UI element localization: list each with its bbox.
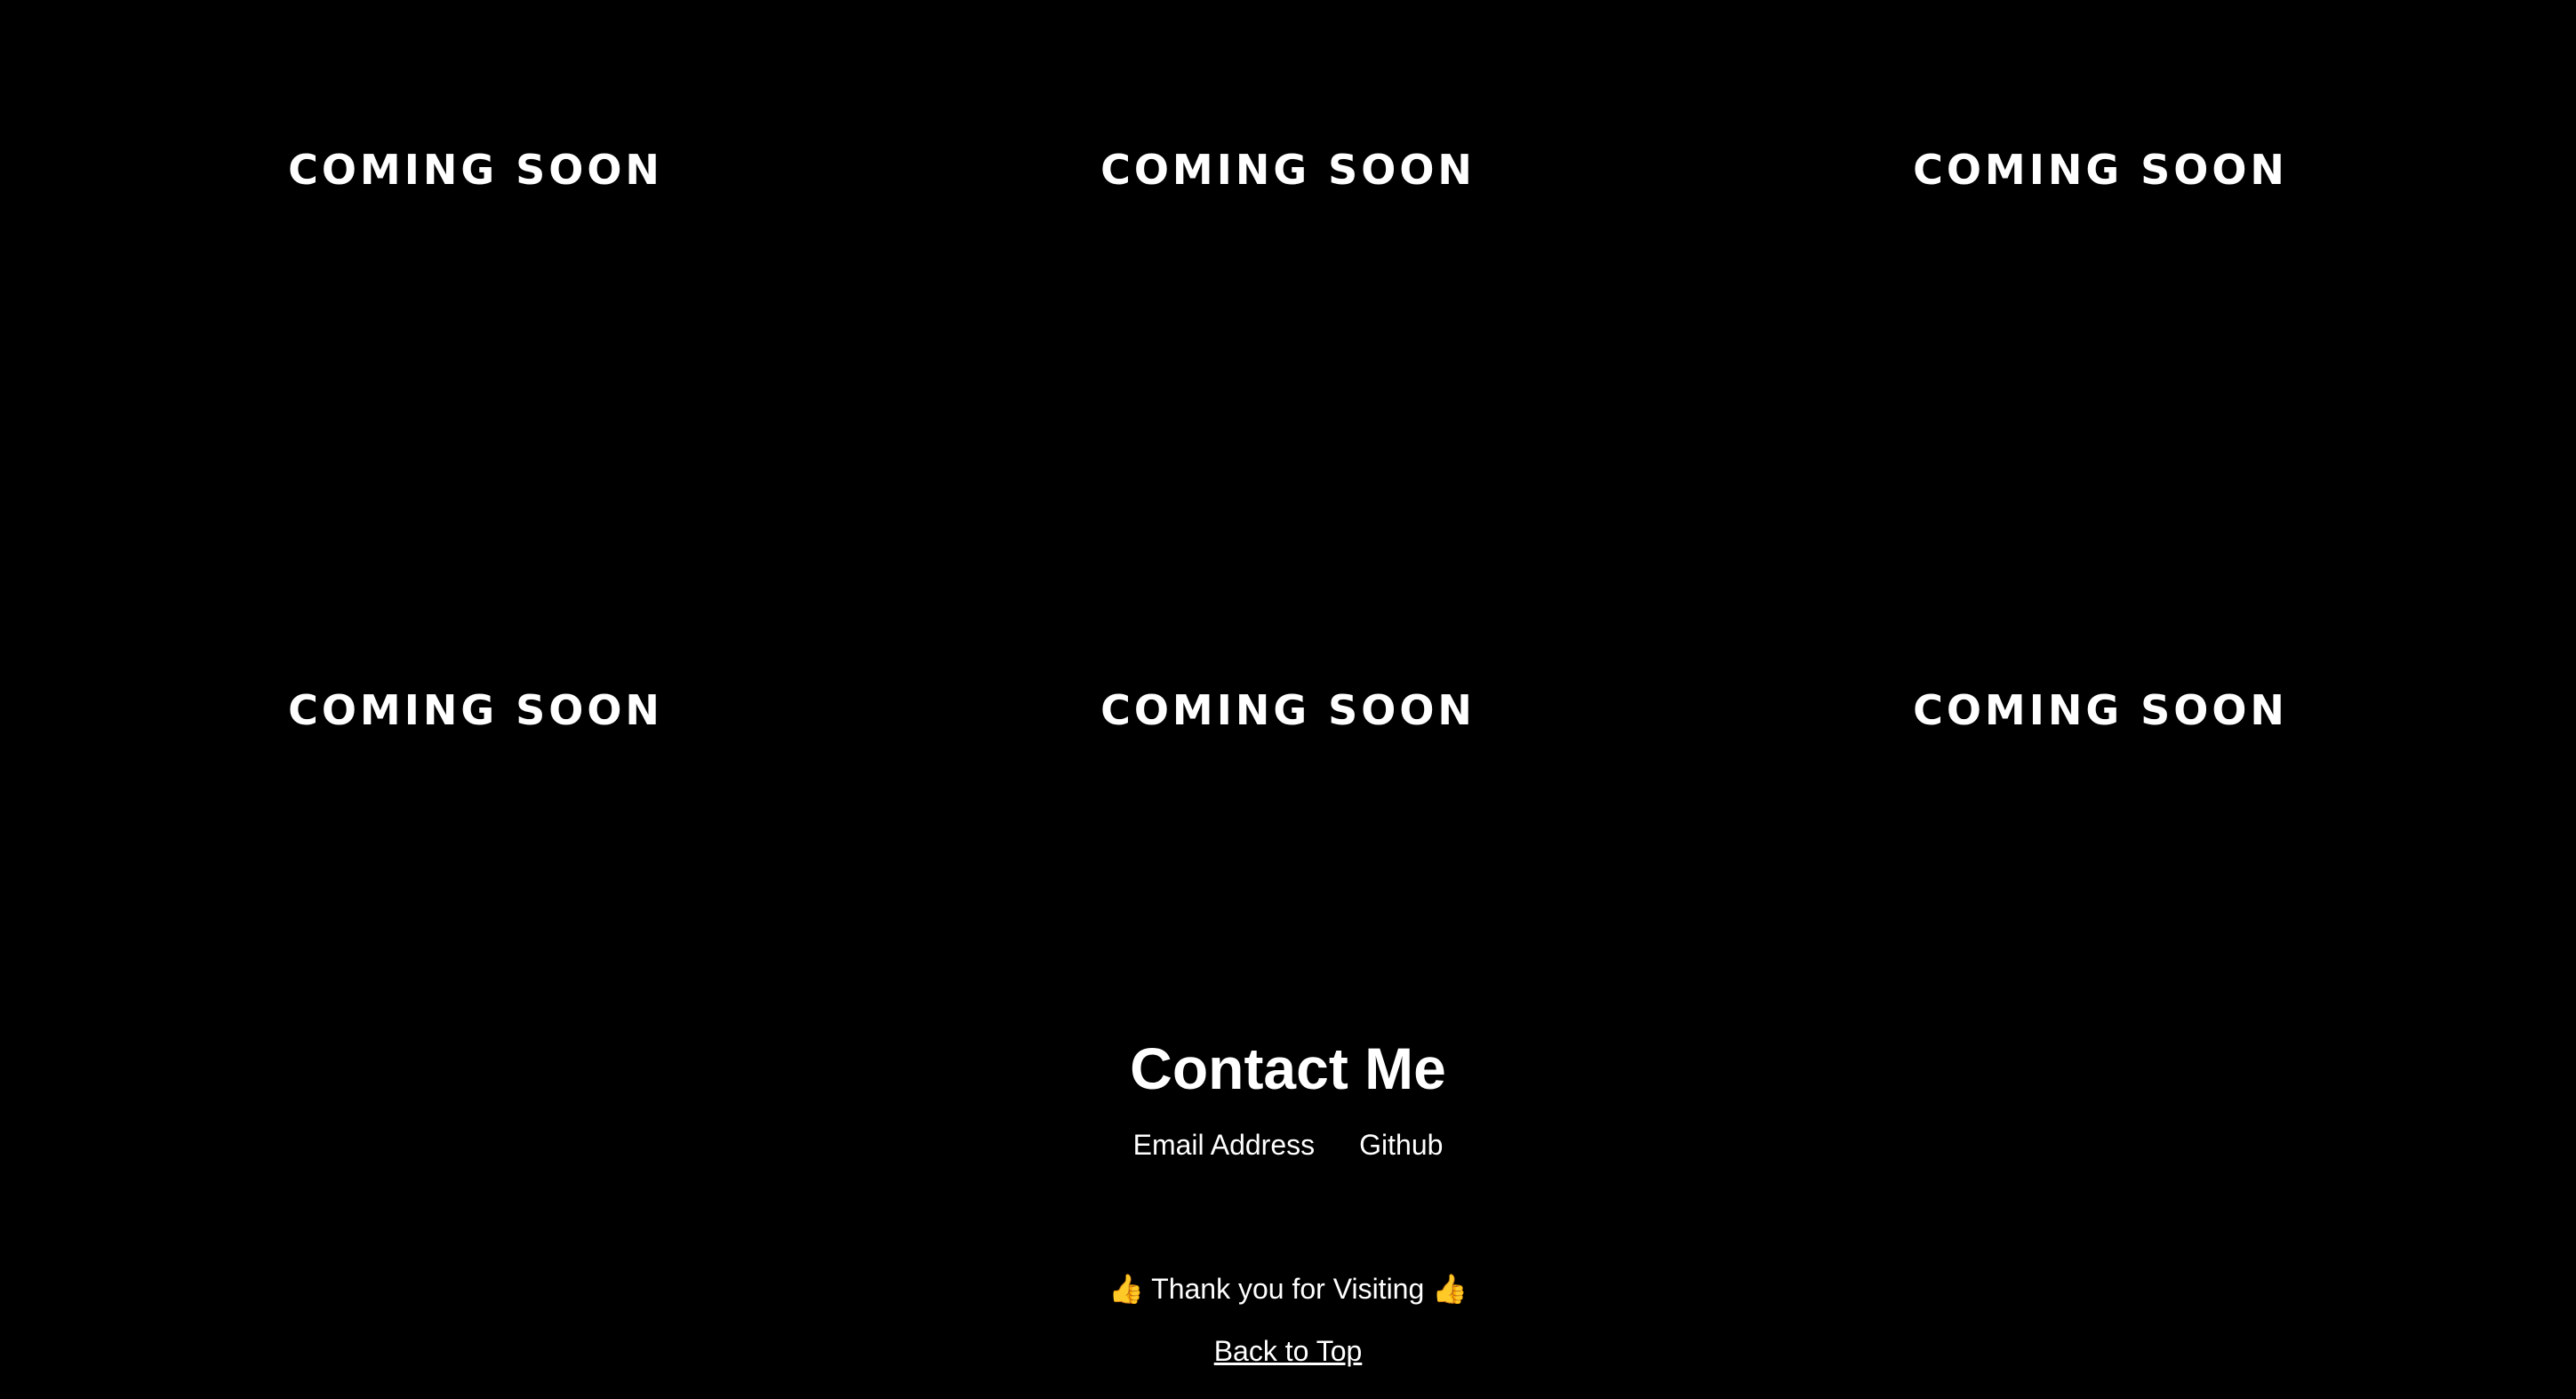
coming-soon-label: COMING SOON xyxy=(1913,686,2288,734)
thumbs-up-icon: 👍 xyxy=(1432,1272,1468,1306)
thumbs-up-icon: 👍 xyxy=(1108,1272,1144,1306)
coming-soon-label: COMING SOON xyxy=(288,146,663,194)
project-card-4[interactable]: COMING SOON xyxy=(69,538,882,1075)
contact-title: Contact Me xyxy=(1130,1035,1446,1101)
project-card-5[interactable]: COMING SOON xyxy=(882,538,1694,1075)
email-link[interactable]: Email Address xyxy=(1133,1125,1316,1164)
contact-links: Email Address Github xyxy=(0,1125,2576,1164)
coming-soon-label: COMING SOON xyxy=(288,686,663,734)
coming-soon-label: COMING SOON xyxy=(1100,686,1476,734)
back-to-top-link[interactable]: Back to Top xyxy=(1214,1331,1363,1371)
project-card-3[interactable]: COMING SOON xyxy=(1694,0,2507,538)
coming-soon-label: COMING SOON xyxy=(1100,146,1476,194)
project-card-1[interactable]: COMING SOON xyxy=(69,0,882,538)
thanks-message: 👍 Thank you for Visiting 👍 xyxy=(0,1269,2576,1308)
thanks-text: Thank you for Visiting xyxy=(1151,1273,1425,1305)
project-card-6[interactable]: COMING SOON xyxy=(1694,538,2507,1075)
contact-section: Contact Me Email Address Github xyxy=(0,1031,2576,1164)
project-card-2[interactable]: COMING SOON xyxy=(882,0,1694,538)
coming-soon-label: COMING SOON xyxy=(1913,146,2288,194)
github-link[interactable]: Github xyxy=(1359,1125,1443,1164)
page: COMING SOON COMING SOON COMING SOON COMI… xyxy=(0,0,2576,1399)
projects-grid: COMING SOON COMING SOON COMING SOON COMI… xyxy=(0,0,2576,987)
footer: 👍 Thank you for Visiting 👍 Back to Top xyxy=(0,1269,2576,1371)
